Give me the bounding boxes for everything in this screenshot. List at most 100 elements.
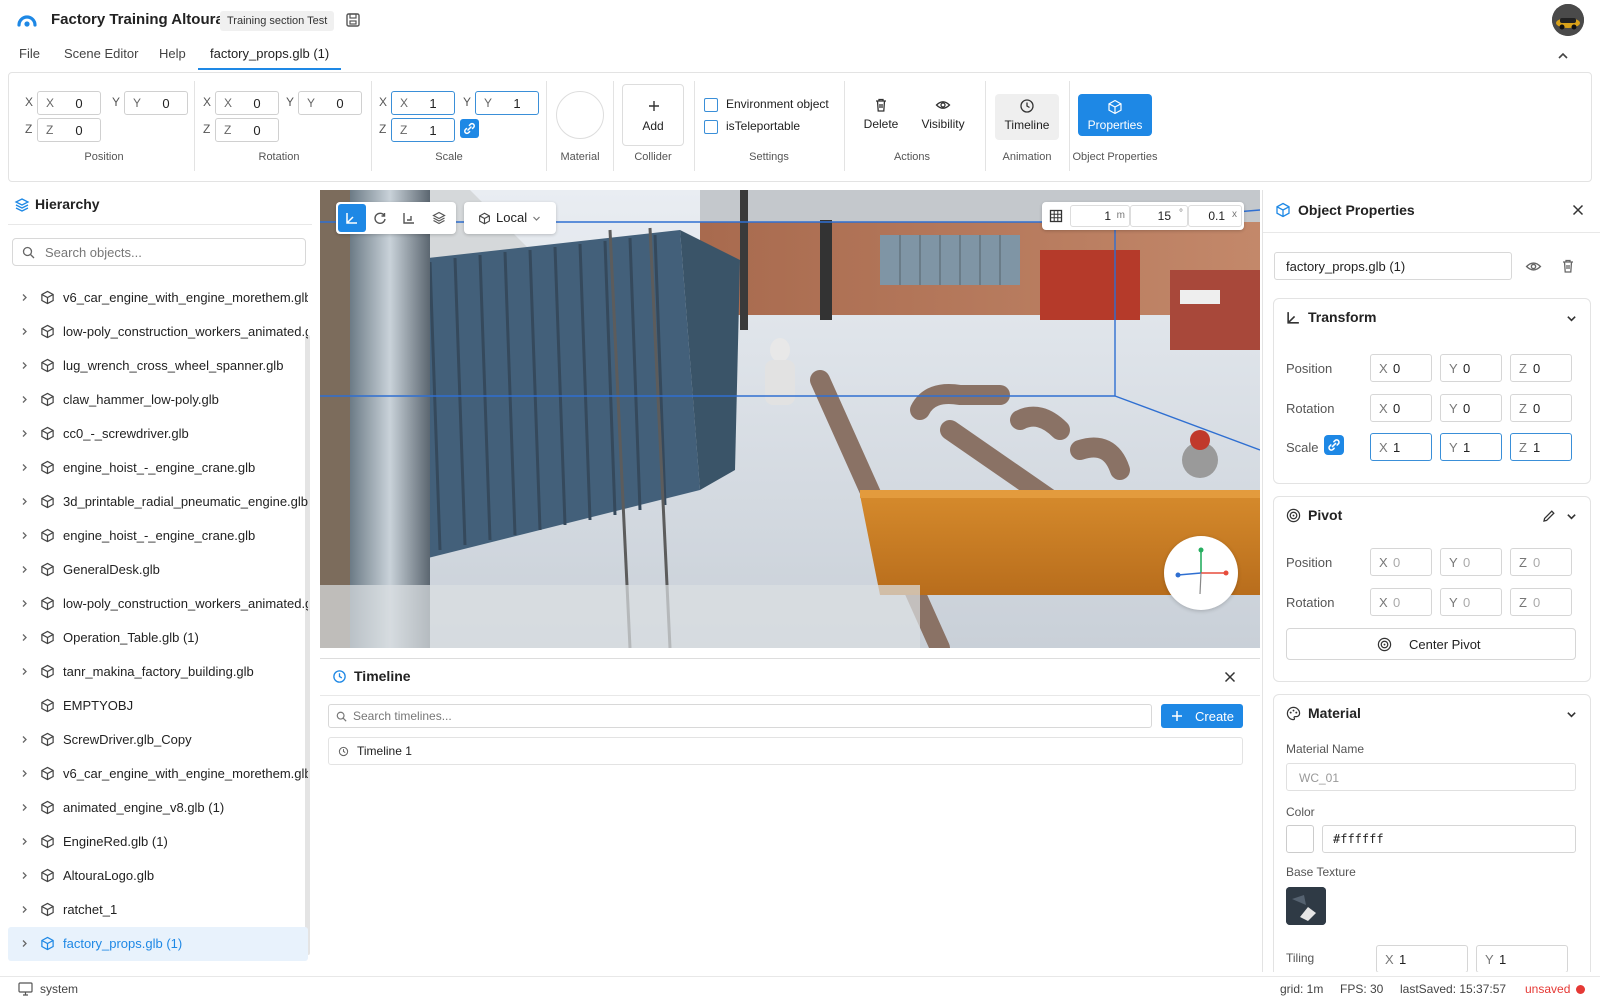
color-hex-input[interactable]: #ffffff (1322, 825, 1576, 853)
ribbon-rotation-z[interactable]: Z0 (215, 118, 279, 142)
hierarchy-item[interactable]: ratchet_1 (8, 893, 308, 927)
base-texture-thumbnail[interactable] (1286, 887, 1326, 925)
move-tool-button[interactable] (338, 204, 366, 232)
transform-scale-x[interactable]: X1 (1370, 433, 1432, 461)
timeline-item[interactable]: Timeline 1 (328, 737, 1243, 765)
hierarchy-item[interactable]: low-poly_construction_workers_animated.g… (8, 587, 308, 621)
hierarchy-item[interactable]: EMPTYOBJ (8, 689, 308, 723)
chevron-right-icon[interactable] (20, 769, 29, 778)
avatar[interactable] (1552, 4, 1584, 36)
transform-position-y[interactable]: Y0 (1440, 354, 1502, 382)
properties-button[interactable]: Properties (1078, 94, 1152, 136)
rotate-tool-icon[interactable] (373, 211, 387, 225)
material-name-input[interactable]: WC_01 (1286, 763, 1576, 791)
hierarchy-item[interactable]: claw_hammer_low-poly.glb (8, 383, 308, 417)
search-objects-field[interactable]: Search objects... (12, 238, 306, 266)
search-timelines-field[interactable]: Search timelines... (328, 704, 1152, 728)
close-icon[interactable] (1572, 204, 1584, 216)
ribbon-position-x[interactable]: X0 (37, 91, 101, 115)
pivot-rotation-x[interactable]: X0 (1370, 588, 1432, 616)
menu-scene-editor[interactable]: Scene Editor (64, 40, 138, 72)
scene-viewport[interactable]: Local 1 m 15 ° 0.1 x (320, 190, 1260, 648)
collapse-ribbon-icon[interactable] (1556, 49, 1570, 63)
environment-object-checkbox[interactable] (704, 98, 718, 112)
chevron-right-icon[interactable] (20, 395, 29, 404)
transform-rotation-x[interactable]: X0 (1370, 394, 1432, 422)
chevron-right-icon[interactable] (20, 531, 29, 540)
rotation-snap-input[interactable]: 15 ° (1130, 205, 1188, 227)
hierarchy-item[interactable]: engine_hoist_-_engine_crane.glb (8, 451, 308, 485)
hierarchy-item[interactable]: AltouraLogo.glb (8, 859, 308, 893)
tab-active-object[interactable]: factory_props.glb (1) (198, 40, 342, 70)
hierarchy-item[interactable]: GeneralDesk.glb (8, 553, 308, 587)
scale-tool-icon[interactable] (402, 211, 416, 225)
center-pivot-button[interactable]: Center Pivot (1286, 628, 1576, 660)
pivot-rotation-y[interactable]: Y0 (1440, 588, 1502, 616)
object-name-input[interactable]: factory_props.glb (1) (1274, 252, 1512, 280)
chevron-right-icon[interactable] (20, 463, 29, 472)
chevron-right-icon[interactable] (20, 565, 29, 574)
visibility-button[interactable]: Visibility (913, 97, 973, 137)
chevron-down-icon[interactable] (1566, 511, 1577, 522)
save-icon[interactable] (345, 12, 361, 28)
chevron-down-icon[interactable] (1566, 709, 1577, 720)
chevron-right-icon[interactable] (20, 735, 29, 744)
menu-file[interactable]: File (19, 40, 40, 72)
hierarchy-item[interactable]: v6_car_engine_with_engine_morethem.glb (8, 281, 308, 315)
transform-rotation-y[interactable]: Y0 (1440, 394, 1502, 422)
hierarchy-item[interactable]: animated_engine_v8.glb (1) (8, 791, 308, 825)
grid-size-input[interactable]: 1 m (1070, 205, 1130, 227)
scale-link-toggle[interactable] (1324, 435, 1344, 455)
transform-rotation-z[interactable]: Z0 (1510, 394, 1572, 422)
tiling-y[interactable]: Y1 (1476, 945, 1568, 972)
ribbon-scale-x[interactable]: X1 (391, 91, 455, 115)
scale-link-toggle[interactable] (460, 119, 479, 138)
delete-button[interactable]: Delete (856, 97, 906, 137)
ribbon-rotation-y[interactable]: Y0 (298, 91, 362, 115)
hierarchy-item[interactable]: cc0_-_screwdriver.glb (8, 417, 308, 451)
close-icon[interactable] (1224, 671, 1236, 683)
transform-position-x[interactable]: X0 (1370, 354, 1432, 382)
pivot-position-z[interactable]: Z0 (1510, 548, 1572, 576)
chevron-right-icon[interactable] (20, 497, 29, 506)
pivot-position-x[interactable]: X0 (1370, 548, 1432, 576)
color-swatch[interactable] (1286, 825, 1314, 853)
hierarchy-item[interactable]: 3d_printable_radial_pneumatic_engine.glb (8, 485, 308, 519)
chevron-right-icon[interactable] (20, 837, 29, 846)
ribbon-scale-z[interactable]: Z1 (391, 118, 455, 142)
hierarchy-item[interactable]: low-poly_construction_workers_animated.g… (8, 315, 308, 349)
chevron-right-icon[interactable] (20, 633, 29, 642)
hierarchy-item[interactable]: lug_wrench_cross_wheel_spanner.glb (8, 349, 308, 383)
ribbon-scale-y[interactable]: Y1 (475, 91, 539, 115)
trash-icon[interactable] (1560, 258, 1576, 274)
hierarchy-item[interactable]: ScrewDriver.glb_Copy (8, 723, 308, 757)
ribbon-position-y[interactable]: Y0 (124, 91, 188, 115)
eye-icon[interactable] (1525, 258, 1542, 275)
chevron-down-icon[interactable] (1566, 313, 1577, 324)
transform-scale-z[interactable]: Z1 (1510, 433, 1572, 461)
hierarchy-item[interactable]: engine_hoist_-_engine_crane.glb (8, 519, 308, 553)
pivot-position-y[interactable]: Y0 (1440, 548, 1502, 576)
pivot-rotation-z[interactable]: Z0 (1510, 588, 1572, 616)
grid-icon[interactable] (1049, 209, 1063, 223)
app-logo-icon[interactable] (16, 10, 38, 30)
hierarchy-item[interactable]: tanr_makina_factory_building.glb (8, 655, 308, 689)
chevron-right-icon[interactable] (20, 429, 29, 438)
chevron-right-icon[interactable] (20, 293, 29, 302)
chevron-right-icon[interactable] (20, 871, 29, 880)
hierarchy-item[interactable]: factory_props.glb (1) (8, 927, 308, 961)
tiling-x[interactable]: X1 (1376, 945, 1468, 972)
chevron-right-icon[interactable] (20, 599, 29, 608)
layers-tool-icon[interactable] (432, 211, 446, 225)
hierarchy-item[interactable]: Operation_Table.glb (1) (8, 621, 308, 655)
add-collider-button[interactable]: Add (622, 84, 684, 146)
ribbon-position-z[interactable]: Z0 (37, 118, 101, 142)
hierarchy-item[interactable]: v6_car_engine_with_engine_morethem.glb (8, 757, 308, 791)
chevron-right-icon[interactable] (20, 667, 29, 676)
space-mode-dropdown[interactable]: Local (464, 202, 556, 234)
create-timeline-button[interactable]: Create (1161, 704, 1243, 728)
transform-position-z[interactable]: Z0 (1510, 354, 1572, 382)
teleportable-checkbox[interactable] (704, 120, 718, 134)
chevron-right-icon[interactable] (20, 327, 29, 336)
ribbon-rotation-x[interactable]: X0 (215, 91, 279, 115)
